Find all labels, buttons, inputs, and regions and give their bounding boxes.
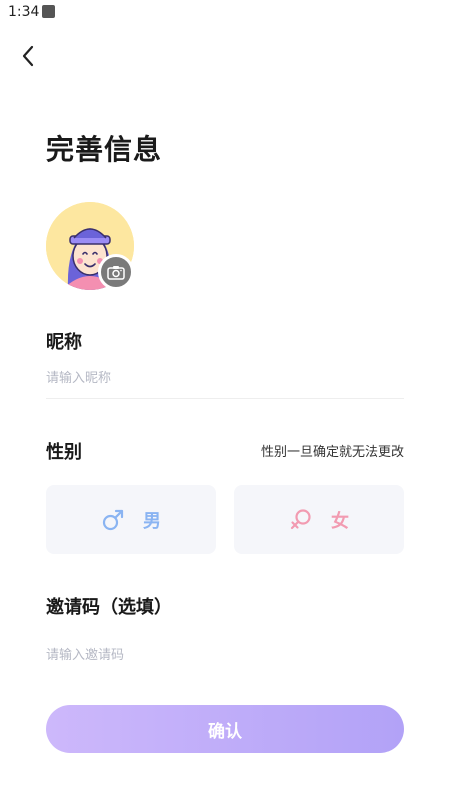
- avatar-upload[interactable]: [46, 202, 136, 292]
- back-button[interactable]: [14, 42, 42, 70]
- camera-badge[interactable]: [98, 254, 134, 290]
- confirm-button[interactable]: 确认: [46, 705, 404, 753]
- chevron-left-icon: [22, 45, 34, 67]
- nickname-label: 昵称: [46, 332, 82, 353]
- gender-male-label: 男: [143, 510, 161, 532]
- notification-icon: [42, 5, 55, 18]
- status-bar: 1:34: [0, 0, 450, 26]
- status-time: 1:34: [8, 4, 40, 20]
- female-symbol-icon: [290, 508, 311, 529]
- gender-female-label: 女: [331, 510, 349, 532]
- gender-female-option[interactable]: 女: [234, 485, 404, 554]
- nickname-input[interactable]: [46, 359, 404, 399]
- male-symbol-icon: [102, 509, 124, 530]
- page-title: 完善信息: [46, 133, 163, 166]
- invite-code-input[interactable]: [46, 635, 404, 675]
- invite-code-label: 邀请码（选填）: [46, 597, 172, 618]
- gender-label: 性别: [46, 442, 82, 463]
- gender-male-option[interactable]: 男: [46, 485, 216, 554]
- camera-icon: [107, 265, 125, 280]
- gender-note: 性别一旦确定就无法更改: [260, 445, 404, 460]
